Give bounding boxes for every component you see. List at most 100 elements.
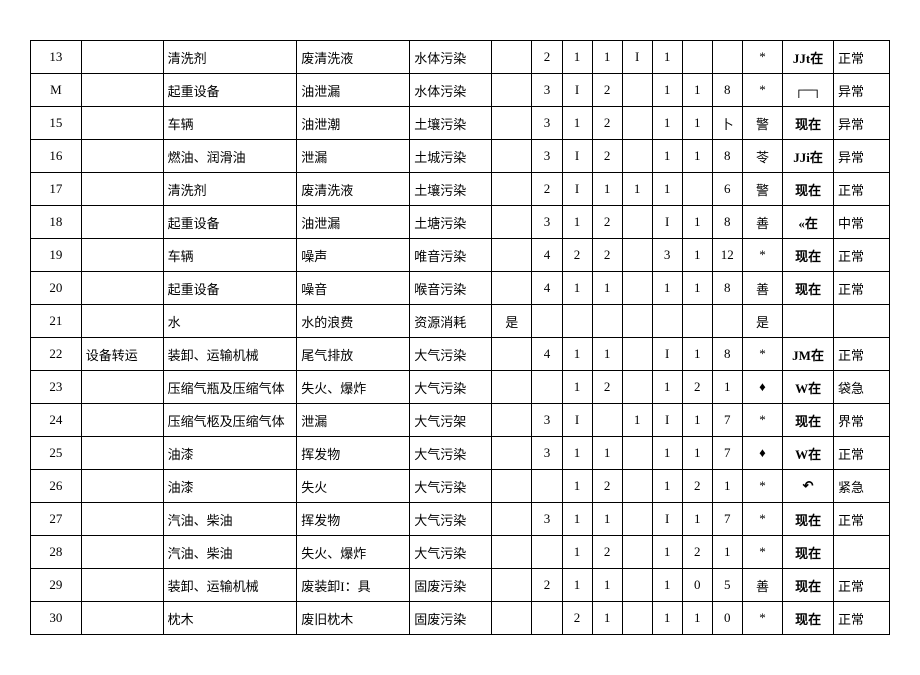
- num-cell-5: 2: [682, 470, 712, 503]
- num-cell-4: 1: [652, 41, 682, 74]
- mark2-cell: [783, 305, 834, 338]
- num-cell-5: 1: [682, 503, 712, 536]
- num-cell-5: [682, 41, 712, 74]
- mark1-cell: *: [742, 41, 782, 74]
- item-cell: 油漆: [163, 470, 297, 503]
- num-cell-5: [682, 173, 712, 206]
- mark1-cell: *: [742, 602, 782, 635]
- pollution-cell: 喉音污染: [410, 272, 492, 305]
- num-cell-6: 5: [712, 569, 742, 602]
- row-index: 18: [31, 206, 82, 239]
- mark2-cell: W在: [783, 371, 834, 404]
- status-cell: 界常: [833, 404, 889, 437]
- mark1-cell: 是: [742, 305, 782, 338]
- num-cell-2: 1: [592, 569, 622, 602]
- status-cell: 异常: [833, 74, 889, 107]
- num-cell-6: 1: [712, 536, 742, 569]
- table-row: 24压缩气柩及压缩气体泄漏大气污架3I1I17*现在界常: [31, 404, 890, 437]
- yes-cell: [492, 41, 532, 74]
- num-cell-0: 3: [532, 107, 562, 140]
- status-cell: 中常: [833, 206, 889, 239]
- num-cell-2: 2: [592, 536, 622, 569]
- factor-cell: 挥发物: [297, 503, 410, 536]
- item-cell: 装卸、运输机械: [163, 569, 297, 602]
- num-cell-5: 1: [682, 437, 712, 470]
- process-cell: [81, 536, 163, 569]
- mark2-cell: W在: [783, 437, 834, 470]
- num-cell-5: 1: [682, 239, 712, 272]
- pollution-cell: 大气污染: [410, 338, 492, 371]
- num-cell-0: 3: [532, 404, 562, 437]
- mark2-cell: 现在: [783, 239, 834, 272]
- num-cell-0: 4: [532, 272, 562, 305]
- mark1-cell: *: [742, 338, 782, 371]
- num-cell-1: 1: [562, 206, 592, 239]
- num-cell-3: 1: [622, 404, 652, 437]
- mark1-cell: 善: [742, 272, 782, 305]
- factor-cell: 油泄潮: [297, 107, 410, 140]
- num-cell-6: 8: [712, 272, 742, 305]
- item-cell: 压缩气瓶及压缩气体: [163, 371, 297, 404]
- mark1-cell: ♦: [742, 371, 782, 404]
- num-cell-2: 1: [592, 173, 622, 206]
- num-cell-1: 1: [562, 437, 592, 470]
- num-cell-2: 2: [592, 206, 622, 239]
- mark2-cell: 现在: [783, 569, 834, 602]
- pollution-cell: 水体污染: [410, 41, 492, 74]
- table-row: 23压缩气瓶及压缩气体失火、爆炸大气污染12121♦W在袋急: [31, 371, 890, 404]
- row-index: 15: [31, 107, 82, 140]
- num-cell-0: [532, 602, 562, 635]
- num-cell-0: 2: [532, 569, 562, 602]
- item-cell: 燃油、润滑油: [163, 140, 297, 173]
- yes-cell: [492, 437, 532, 470]
- num-cell-0: 3: [532, 503, 562, 536]
- mark1-cell: *: [742, 536, 782, 569]
- num-cell-4: 1: [652, 536, 682, 569]
- num-cell-2: 2: [592, 371, 622, 404]
- item-cell: 起重设备: [163, 74, 297, 107]
- num-cell-6: 7: [712, 404, 742, 437]
- table-row: 19车辆噪声唯音污染4223112*现在正常: [31, 239, 890, 272]
- num-cell-3: [622, 206, 652, 239]
- pollution-cell: 大气污染: [410, 536, 492, 569]
- status-cell: 正常: [833, 569, 889, 602]
- num-cell-2: 2: [592, 470, 622, 503]
- process-cell: [81, 173, 163, 206]
- num-cell-3: [622, 239, 652, 272]
- num-cell-3: [622, 470, 652, 503]
- status-cell: 正常: [833, 272, 889, 305]
- num-cell-3: 1: [622, 173, 652, 206]
- num-cell-1: I: [562, 404, 592, 437]
- yes-cell: [492, 272, 532, 305]
- mark2-cell: ↶: [783, 470, 834, 503]
- mark1-cell: *: [742, 470, 782, 503]
- row-index: 29: [31, 569, 82, 602]
- mark1-cell: ♦: [742, 437, 782, 470]
- table-row: 17清洗剂废清洗液土壤污染2I1116警现在正常: [31, 173, 890, 206]
- yes-cell: [492, 470, 532, 503]
- pollution-cell: 大气污染: [410, 371, 492, 404]
- num-cell-5: 0: [682, 569, 712, 602]
- item-cell: 压缩气柩及压缩气体: [163, 404, 297, 437]
- num-cell-2: 2: [592, 74, 622, 107]
- mark1-cell: 善: [742, 206, 782, 239]
- factor-cell: 油泄漏: [297, 206, 410, 239]
- num-cell-5: 1: [682, 206, 712, 239]
- num-cell-0: 4: [532, 239, 562, 272]
- num-cell-4: 1: [652, 74, 682, 107]
- num-cell-4: I: [652, 338, 682, 371]
- item-cell: 枕木: [163, 602, 297, 635]
- status-cell: 异常: [833, 140, 889, 173]
- factor-cell: 失火、爆炸: [297, 536, 410, 569]
- num-cell-1: 1: [562, 536, 592, 569]
- mark1-cell: 苓: [742, 140, 782, 173]
- pollution-cell: 固废污染: [410, 602, 492, 635]
- num-cell-1: 1: [562, 470, 592, 503]
- table-row: 15车辆油泄潮土壤污染31211卜警现在异常: [31, 107, 890, 140]
- num-cell-1: 1: [562, 272, 592, 305]
- pollution-cell: 大气污架: [410, 404, 492, 437]
- factor-cell: 废旧枕木: [297, 602, 410, 635]
- yes-cell: [492, 602, 532, 635]
- process-cell: [81, 470, 163, 503]
- yes-cell: [492, 503, 532, 536]
